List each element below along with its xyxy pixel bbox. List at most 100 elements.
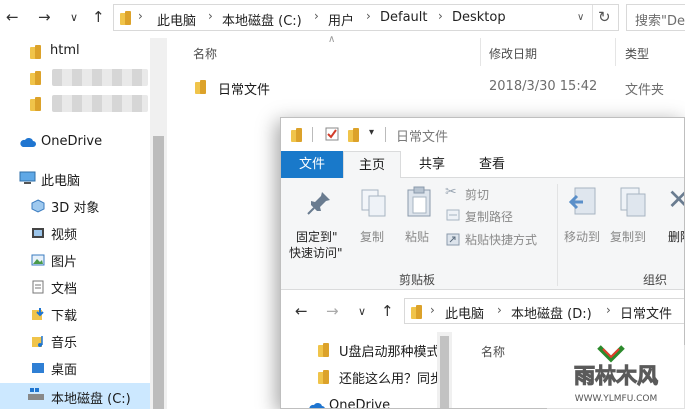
sidebar-item-music[interactable]: 音乐	[51, 332, 77, 351]
qat-dropdown-icon[interactable]: ▾	[369, 127, 374, 138]
sidebar-item-3d-objects[interactable]: 3D 对象	[51, 197, 99, 216]
column-header-modified[interactable]: 修改日期	[489, 45, 537, 62]
front-sidebar-scrollbar-thumb[interactable]	[440, 336, 449, 408]
address-box[interactable]: › 此电脑 › 本地磁盘 (C:) › 用户 › Default › Deskt…	[113, 4, 619, 31]
folder-icon	[30, 97, 41, 111]
chevron-down-icon[interactable]: ∨	[577, 12, 584, 23]
desktop-icon	[32, 363, 44, 373]
sidebar-item-this-pc[interactable]: 此电脑	[41, 170, 80, 189]
forward-arrow-icon[interactable]: →	[326, 302, 339, 320]
sidebar-item-videos[interactable]: 视频	[51, 224, 77, 243]
up-arrow-icon[interactable]: ↑	[92, 8, 105, 26]
quick-access-divider	[312, 127, 313, 142]
chevron-right-icon: ›	[366, 9, 371, 23]
column-header-name[interactable]: 名称	[193, 45, 217, 62]
pin-label-line2[interactable]: 快速访问"	[289, 244, 343, 261]
move-to-icon[interactable]	[569, 186, 599, 218]
forward-arrow-icon[interactable]: →	[38, 8, 51, 26]
column-divider[interactable]	[480, 38, 481, 66]
this-pc-icon	[19, 171, 36, 184]
sidebar-item-usb-boot[interactable]: U盘启动那种模式	[339, 341, 437, 360]
paste-label[interactable]: 粘贴	[405, 228, 429, 245]
sidebar-item-onedrive[interactable]: OneDrive	[41, 134, 102, 149]
breadcrumb-daily-files[interactable]: 日常文件	[620, 303, 672, 322]
sidebar-item-desktop[interactable]: 桌面	[51, 359, 77, 378]
copy-path-icon[interactable]	[446, 209, 460, 221]
watermark-url: WWW.YLMFU.COM	[575, 394, 658, 404]
copy-label[interactable]: 复制	[360, 228, 384, 245]
search-input[interactable]: 搜索"De	[626, 4, 685, 31]
sidebar-item-drive-c[interactable]: 本地磁盘 (C:)	[51, 388, 131, 407]
shortcut-folder-icon	[195, 80, 206, 94]
back-arrow-icon[interactable]: ←	[6, 8, 19, 26]
breadcrumb-drive-c[interactable]: 本地磁盘 (C:)	[222, 10, 302, 29]
tab-file[interactable]: 文件	[281, 151, 343, 178]
tab-view[interactable]: 查看	[469, 151, 515, 178]
front-address-box[interactable]: › 此电脑 › 本地磁盘 (D:) › 日常文件	[404, 298, 684, 324]
sort-caret-icon: ∧	[328, 34, 336, 45]
documents-icon	[32, 280, 44, 294]
folder-icon	[30, 71, 41, 85]
copy-to-icon[interactable]	[617, 186, 647, 218]
folder-icon	[411, 305, 422, 319]
sidebar-item-onedrive[interactable]: OneDrive	[329, 398, 390, 408]
scissors-icon[interactable]: ✂	[445, 184, 457, 200]
3d-objects-icon	[31, 199, 45, 213]
drive-windows-icon	[28, 388, 44, 400]
file-modified: 2018/3/30 15:42	[489, 79, 598, 94]
watermark-text: 雨林木风	[574, 364, 658, 388]
breadcrumb-users[interactable]: 用户	[328, 10, 354, 29]
videos-icon	[32, 228, 44, 238]
up-arrow-icon[interactable]: ↑	[381, 302, 394, 320]
sidebar-item-html[interactable]: html	[50, 43, 80, 58]
copy-path-label[interactable]: 复制路径	[465, 208, 513, 225]
paste-clipboard-icon[interactable]	[406, 186, 432, 218]
sidebar-item-downloads[interactable]: 下载	[51, 305, 77, 324]
pin-icon[interactable]	[306, 190, 332, 216]
breadcrumb-this-pc[interactable]: 此电脑	[157, 10, 196, 29]
breadcrumb-this-pc[interactable]: 此电脑	[445, 303, 484, 322]
blurred-folder-name	[52, 69, 148, 86]
front-navigation-pane: U盘启动那种模式 还能这么用？同步 OneDrive	[281, 332, 437, 408]
new-folder-icon[interactable]	[348, 128, 359, 142]
window-title: 日常文件	[396, 130, 449, 145]
sidebar-scrollbar-thumb[interactable]	[153, 136, 164, 409]
breadcrumb-drive-d[interactable]: 本地磁盘 (D:)	[511, 303, 592, 322]
ribbon-home: 固定到" 快速访问" 复制 粘贴 ✂ 剪切 复制路径 粘贴快捷方式 剪贴板 移动…	[281, 178, 684, 290]
sidebar-item-pictures[interactable]: 图片	[51, 251, 77, 270]
paste-shortcut-label[interactable]: 粘贴快捷方式	[465, 231, 537, 248]
ribbon-group-divider	[557, 184, 558, 286]
properties-check-icon[interactable]	[325, 127, 339, 141]
delete-x-icon[interactable]: ✕	[667, 186, 684, 214]
cut-label[interactable]: 剪切	[465, 186, 489, 203]
breadcrumb-default[interactable]: Default	[380, 10, 428, 25]
pin-label-line1[interactable]: 固定到"	[296, 228, 338, 245]
folder-icon	[30, 45, 41, 59]
tab-home[interactable]: 主页	[343, 151, 401, 179]
column-divider[interactable]	[615, 38, 616, 66]
tab-share[interactable]: 共享	[409, 151, 455, 178]
title-bar: ▾ 日常文件	[281, 118, 684, 151]
breadcrumb-desktop[interactable]: Desktop	[452, 10, 506, 25]
folder-icon	[318, 343, 329, 357]
back-arrow-icon[interactable]: ←	[295, 302, 308, 320]
chevron-right-icon: ›	[314, 9, 319, 23]
column-header-type[interactable]: 类型	[625, 45, 649, 62]
copy-to-label[interactable]: 复制到	[610, 228, 646, 245]
chevron-right-icon: ›	[606, 303, 611, 317]
delete-label[interactable]: 删除	[668, 228, 684, 245]
search-placeholder: 搜索"De	[635, 14, 685, 29]
front-column-header-name[interactable]: 名称	[481, 343, 505, 360]
paste-shortcut-icon[interactable]	[446, 232, 460, 246]
onedrive-cloud-icon	[20, 137, 36, 147]
sidebar-item-sync[interactable]: 还能这么用？同步	[339, 368, 437, 387]
copy-icon[interactable]	[360, 188, 388, 218]
move-to-label[interactable]: 移动到	[564, 228, 600, 245]
pictures-icon	[31, 254, 45, 266]
chevron-right-icon: ›	[438, 9, 443, 23]
sidebar-item-documents[interactable]: 文档	[51, 278, 77, 297]
recent-locations-chevron-icon[interactable]: ∨	[358, 305, 366, 318]
recent-locations-chevron-icon[interactable]: ∨	[70, 11, 78, 24]
refresh-icon[interactable]: ↻	[598, 8, 611, 26]
title-divider	[385, 127, 386, 142]
